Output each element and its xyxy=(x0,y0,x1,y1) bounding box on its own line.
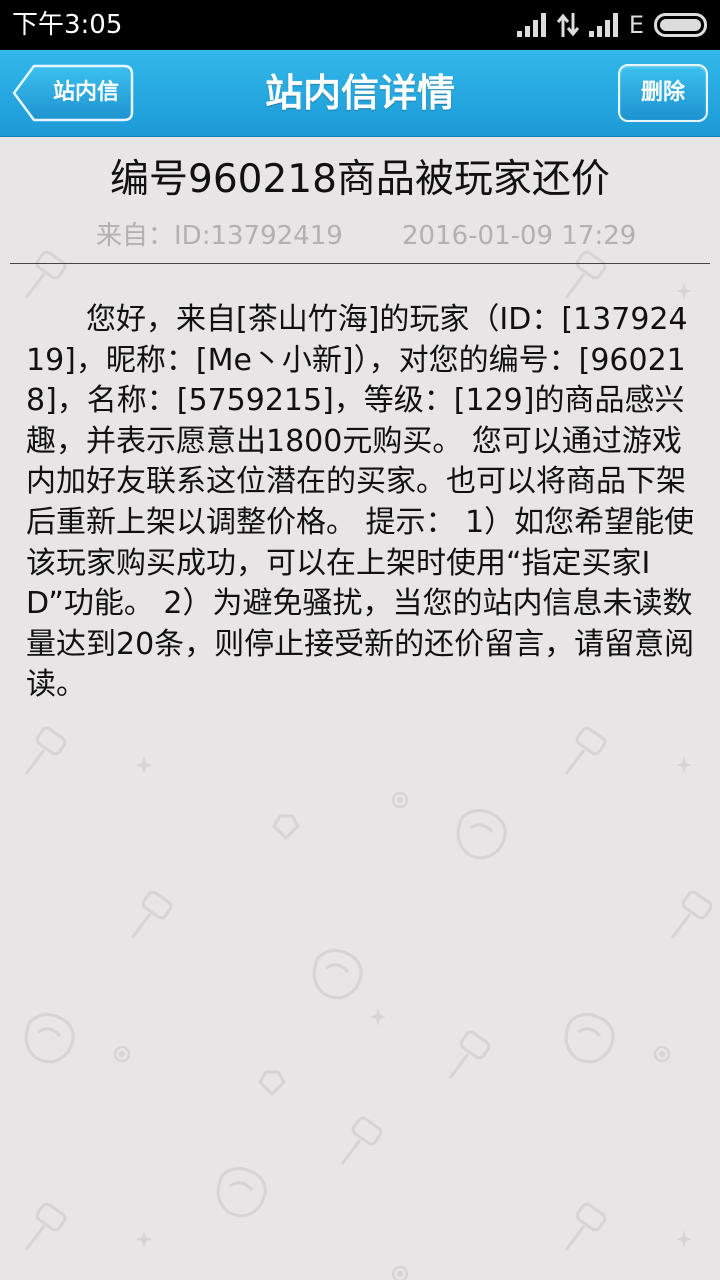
signal-icon xyxy=(588,13,618,37)
delete-button[interactable]: 删除 xyxy=(618,64,708,122)
network-type: E xyxy=(628,11,644,39)
divider xyxy=(10,263,710,264)
signal-icon xyxy=(516,13,546,37)
title-bar: 站内信详情 站内信 删除 xyxy=(0,50,720,137)
status-time: 下午3:05 xyxy=(12,10,123,40)
status-icons: E xyxy=(516,10,710,40)
message-body: 您好，来自[茶山竹海]的玩家（ID：[13792419]，昵称：[Me丶小新]）… xyxy=(26,302,695,703)
delete-button-label: 删除 xyxy=(640,80,685,105)
message-title: 编号960218商品被玩家还价 xyxy=(110,157,610,202)
message-date: 2016-01-09 17:29 xyxy=(402,221,637,251)
data-transfer-icon xyxy=(556,13,579,37)
back-button-label: 站内信 xyxy=(52,80,119,105)
message-sender: 来自：ID:13792419 xyxy=(96,221,343,251)
status-bar: 下午3:05 E xyxy=(0,0,720,50)
back-button[interactable]: 站内信 xyxy=(12,64,134,122)
battery-icon xyxy=(654,13,707,37)
